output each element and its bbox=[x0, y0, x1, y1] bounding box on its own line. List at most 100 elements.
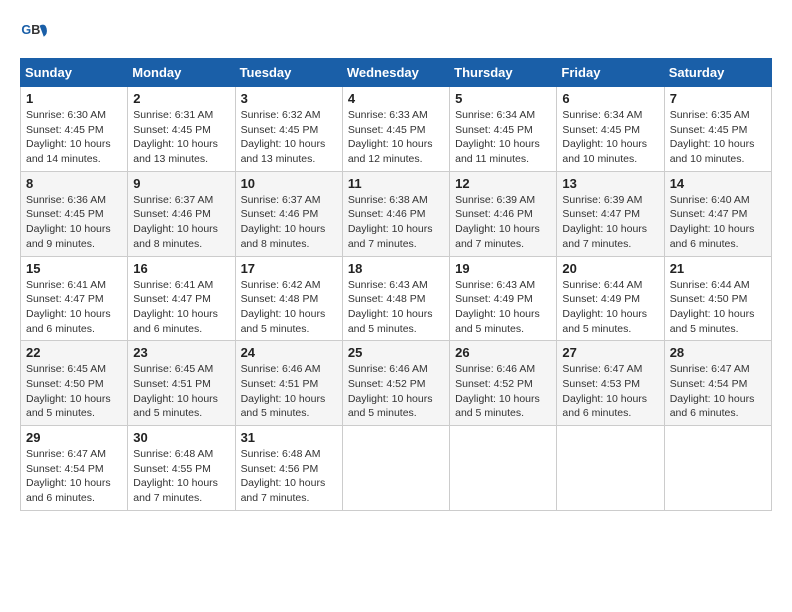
calendar-cell: 9 Sunrise: 6:37 AMSunset: 4:46 PMDaylight… bbox=[128, 171, 235, 256]
day-number: 1 bbox=[26, 91, 122, 106]
calendar-week-3: 15 Sunrise: 6:41 AMSunset: 4:47 PMDayligh… bbox=[21, 256, 772, 341]
calendar-cell bbox=[557, 426, 664, 511]
calendar-cell bbox=[450, 426, 557, 511]
day-number: 5 bbox=[455, 91, 551, 106]
day-number: 4 bbox=[348, 91, 444, 106]
day-info: Sunrise: 6:44 AMSunset: 4:50 PMDaylight:… bbox=[670, 278, 766, 337]
day-number: 3 bbox=[241, 91, 337, 106]
calendar-cell: 27 Sunrise: 6:47 AMSunset: 4:53 PMDayligh… bbox=[557, 341, 664, 426]
day-info: Sunrise: 6:42 AMSunset: 4:48 PMDaylight:… bbox=[241, 278, 337, 337]
day-number: 21 bbox=[670, 261, 766, 276]
calendar-cell: 21 Sunrise: 6:44 AMSunset: 4:50 PMDayligh… bbox=[664, 256, 771, 341]
day-number: 15 bbox=[26, 261, 122, 276]
day-number: 26 bbox=[455, 345, 551, 360]
day-info: Sunrise: 6:46 AMSunset: 4:52 PMDaylight:… bbox=[455, 362, 551, 421]
day-info: Sunrise: 6:45 AMSunset: 4:51 PMDaylight:… bbox=[133, 362, 229, 421]
day-number: 22 bbox=[26, 345, 122, 360]
day-number: 10 bbox=[241, 176, 337, 191]
day-number: 23 bbox=[133, 345, 229, 360]
day-info: Sunrise: 6:38 AMSunset: 4:46 PMDaylight:… bbox=[348, 193, 444, 252]
calendar-cell: 3Sunrise: 6:32 AMSunset: 4:45 PMDaylight… bbox=[235, 87, 342, 172]
calendar-cell: 25 Sunrise: 6:46 AMSunset: 4:52 PMDayligh… bbox=[342, 341, 449, 426]
day-info: Sunrise: 6:48 AMSunset: 4:55 PMDaylight:… bbox=[133, 447, 229, 506]
day-info: Sunrise: 6:44 AMSunset: 4:49 PMDaylight:… bbox=[562, 278, 658, 337]
calendar-cell: 5Sunrise: 6:34 AMSunset: 4:45 PMDaylight… bbox=[450, 87, 557, 172]
calendar-cell: 24Sunrise: 6:46 AMSunset: 4:51 PMDayligh… bbox=[235, 341, 342, 426]
day-number: 11 bbox=[348, 176, 444, 191]
calendar-cell: 23 Sunrise: 6:45 AMSunset: 4:51 PMDayligh… bbox=[128, 341, 235, 426]
day-info: Sunrise: 6:40 AMSunset: 4:47 PMDaylight:… bbox=[670, 193, 766, 252]
calendar-cell: 1 Sunrise: 6:30 AMSunset: 4:45 PMDaylight… bbox=[21, 87, 128, 172]
day-number: 6 bbox=[562, 91, 658, 106]
calendar-week-1: 1 Sunrise: 6:30 AMSunset: 4:45 PMDaylight… bbox=[21, 87, 772, 172]
day-info: Sunrise: 6:43 AMSunset: 4:49 PMDaylight:… bbox=[455, 278, 551, 337]
day-number: 8 bbox=[26, 176, 122, 191]
calendar-cell: 18 Sunrise: 6:43 AMSunset: 4:48 PMDayligh… bbox=[342, 256, 449, 341]
calendar-cell bbox=[342, 426, 449, 511]
day-info: Sunrise: 6:41 AMSunset: 4:47 PMDaylight:… bbox=[133, 278, 229, 337]
calendar-cell bbox=[664, 426, 771, 511]
day-number: 20 bbox=[562, 261, 658, 276]
header-day-wednesday: Wednesday bbox=[342, 59, 449, 87]
calendar-cell: 7Sunrise: 6:35 AMSunset: 4:45 PMDaylight… bbox=[664, 87, 771, 172]
day-number: 9 bbox=[133, 176, 229, 191]
calendar-cell: 10 Sunrise: 6:37 AMSunset: 4:46 PMDayligh… bbox=[235, 171, 342, 256]
header-day-sunday: Sunday bbox=[21, 59, 128, 87]
day-info: Sunrise: 6:48 AMSunset: 4:56 PMDaylight:… bbox=[241, 447, 337, 506]
calendar-cell: 16 Sunrise: 6:41 AMSunset: 4:47 PMDayligh… bbox=[128, 256, 235, 341]
header-day-friday: Friday bbox=[557, 59, 664, 87]
day-info: Sunrise: 6:37 AMSunset: 4:46 PMDaylight:… bbox=[241, 193, 337, 252]
calendar-week-2: 8 Sunrise: 6:36 AMSunset: 4:45 PMDaylight… bbox=[21, 171, 772, 256]
calendar-cell: 6 Sunrise: 6:34 AMSunset: 4:45 PMDaylight… bbox=[557, 87, 664, 172]
calendar-cell: 19Sunrise: 6:43 AMSunset: 4:49 PMDayligh… bbox=[450, 256, 557, 341]
header-day-tuesday: Tuesday bbox=[235, 59, 342, 87]
day-info: Sunrise: 6:37 AMSunset: 4:46 PMDaylight:… bbox=[133, 193, 229, 252]
calendar-cell: 26 Sunrise: 6:46 AMSunset: 4:52 PMDayligh… bbox=[450, 341, 557, 426]
day-info: Sunrise: 6:41 AMSunset: 4:47 PMDaylight:… bbox=[26, 278, 122, 337]
day-info: Sunrise: 6:39 AMSunset: 4:47 PMDaylight:… bbox=[562, 193, 658, 252]
calendar-cell: 28 Sunrise: 6:47 AMSunset: 4:54 PMDayligh… bbox=[664, 341, 771, 426]
calendar-cell: 20 Sunrise: 6:44 AMSunset: 4:49 PMDayligh… bbox=[557, 256, 664, 341]
day-info: Sunrise: 6:30 AMSunset: 4:45 PMDaylight:… bbox=[26, 108, 122, 167]
day-number: 30 bbox=[133, 430, 229, 445]
day-number: 16 bbox=[133, 261, 229, 276]
day-info: Sunrise: 6:39 AMSunset: 4:46 PMDaylight:… bbox=[455, 193, 551, 252]
day-number: 17 bbox=[241, 261, 337, 276]
calendar-cell: 8 Sunrise: 6:36 AMSunset: 4:45 PMDaylight… bbox=[21, 171, 128, 256]
day-info: Sunrise: 6:47 AMSunset: 4:53 PMDaylight:… bbox=[562, 362, 658, 421]
day-number: 25 bbox=[348, 345, 444, 360]
day-number: 29 bbox=[26, 430, 122, 445]
svg-text:G: G bbox=[21, 23, 31, 37]
day-number: 28 bbox=[670, 345, 766, 360]
day-info: Sunrise: 6:45 AMSunset: 4:50 PMDaylight:… bbox=[26, 362, 122, 421]
calendar-week-4: 22 Sunrise: 6:45 AMSunset: 4:50 PMDayligh… bbox=[21, 341, 772, 426]
header-day-saturday: Saturday bbox=[664, 59, 771, 87]
calendar-cell: 12 Sunrise: 6:39 AMSunset: 4:46 PMDayligh… bbox=[450, 171, 557, 256]
day-number: 13 bbox=[562, 176, 658, 191]
day-info: Sunrise: 6:36 AMSunset: 4:45 PMDaylight:… bbox=[26, 193, 122, 252]
calendar-cell: 17 Sunrise: 6:42 AMSunset: 4:48 PMDayligh… bbox=[235, 256, 342, 341]
logo-icon: G B bbox=[20, 20, 48, 48]
day-number: 14 bbox=[670, 176, 766, 191]
header-day-thursday: Thursday bbox=[450, 59, 557, 87]
logo: G B bbox=[20, 20, 52, 48]
header-day-monday: Monday bbox=[128, 59, 235, 87]
calendar-cell: 13 Sunrise: 6:39 AMSunset: 4:47 PMDayligh… bbox=[557, 171, 664, 256]
day-info: Sunrise: 6:33 AMSunset: 4:45 PMDaylight:… bbox=[348, 108, 444, 167]
day-info: Sunrise: 6:43 AMSunset: 4:48 PMDaylight:… bbox=[348, 278, 444, 337]
calendar-cell: 11 Sunrise: 6:38 AMSunset: 4:46 PMDayligh… bbox=[342, 171, 449, 256]
day-info: Sunrise: 6:46 AMSunset: 4:52 PMDaylight:… bbox=[348, 362, 444, 421]
calendar-cell: 30 Sunrise: 6:48 AMSunset: 4:55 PMDayligh… bbox=[128, 426, 235, 511]
calendar-header-row: SundayMondayTuesdayWednesdayThursdayFrid… bbox=[21, 59, 772, 87]
header: G B bbox=[20, 20, 772, 48]
day-number: 7 bbox=[670, 91, 766, 106]
day-info: Sunrise: 6:31 AMSunset: 4:45 PMDaylight:… bbox=[133, 108, 229, 167]
calendar-cell: 29Sunrise: 6:47 AMSunset: 4:54 PMDayligh… bbox=[21, 426, 128, 511]
calendar-cell: 31Sunrise: 6:48 AMSunset: 4:56 PMDayligh… bbox=[235, 426, 342, 511]
day-number: 27 bbox=[562, 345, 658, 360]
day-number: 12 bbox=[455, 176, 551, 191]
day-number: 18 bbox=[348, 261, 444, 276]
day-info: Sunrise: 6:47 AMSunset: 4:54 PMDaylight:… bbox=[670, 362, 766, 421]
day-info: Sunrise: 6:34 AMSunset: 4:45 PMDaylight:… bbox=[562, 108, 658, 167]
svg-text:B: B bbox=[31, 23, 40, 37]
